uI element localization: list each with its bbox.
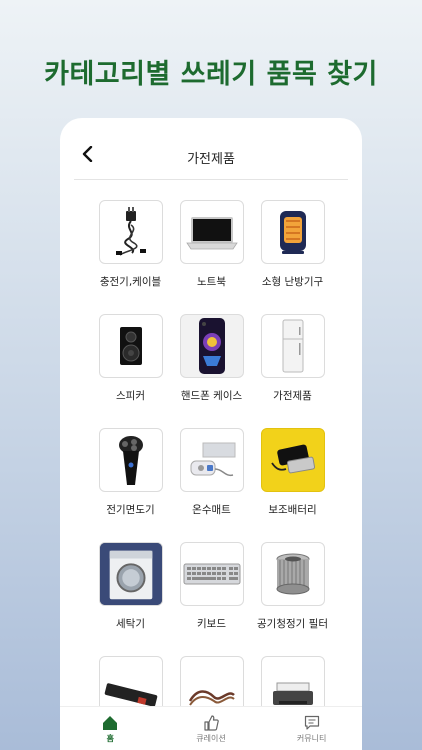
item-label: 공기청정기 필터 (257, 618, 328, 630)
shaver-icon (118, 436, 143, 485)
item-thumbnail (98, 428, 163, 492)
grid-item[interactable] (252, 656, 333, 710)
item-thumbnail (179, 542, 244, 606)
headline: 카테고리별 쓰레기 품목 찾기 (44, 59, 378, 90)
tab-community[interactable]: 커뮤니티 (272, 715, 352, 744)
power-strip-icon (104, 683, 157, 707)
item-thumbnail (179, 656, 244, 710)
grid-item[interactable]: 노트북 (171, 200, 252, 314)
laptop-icon (185, 217, 238, 250)
charger-cable-icon (115, 207, 146, 256)
grid-item[interactable]: 전기면도기 (90, 428, 171, 542)
item-grid: 충전기,케이블 노트북 소형 난방기구 스피커 핸드폰 케이스 가전제품 전기면… (90, 200, 342, 710)
keyboard-icon (183, 563, 240, 585)
item-label: 보조배터리 (268, 504, 317, 516)
item-thumbnail (260, 542, 325, 606)
grid-item[interactable]: 소형 난방기구 (252, 200, 333, 314)
item-thumbnail (260, 428, 325, 492)
washing-machine-icon (99, 543, 162, 605)
item-thumbnail (179, 314, 244, 378)
item-label: 핸드폰 케이스 (180, 390, 243, 402)
tab-label: 홈 (106, 733, 115, 743)
item-label: 소형 난방기구 (261, 276, 324, 288)
phone-case-icon (198, 318, 225, 374)
item-thumbnail (98, 314, 163, 378)
item-thumbnail (98, 200, 163, 264)
grid-item[interactable]: 공기청정기 필터 (252, 542, 333, 656)
tab-label: 커뮤니티 (296, 733, 327, 743)
top-bar: 가전제품 (74, 118, 348, 180)
item-thumbnail (260, 200, 325, 264)
grid-item[interactable] (171, 656, 252, 710)
page-title: 가전제품 (187, 152, 235, 167)
grid-item[interactable]: 핸드폰 케이스 (171, 314, 252, 428)
grid-item[interactable]: 키보드 (171, 542, 252, 656)
item-thumbnail (179, 200, 244, 264)
item-label: 세탁기 (116, 618, 145, 630)
printer-icon (272, 682, 313, 705)
speaker-icon (119, 327, 142, 365)
tab-home[interactable]: 홈 (70, 715, 150, 744)
grid-item[interactable] (90, 656, 171, 710)
air-filter-icon (276, 553, 309, 595)
thumbs-up-icon (204, 714, 219, 731)
home-icon (103, 715, 118, 730)
item-label: 온수매트 (192, 504, 231, 516)
item-label: 충전기,케이블 (99, 276, 162, 288)
heating-mat-icon (190, 442, 235, 477)
grid-item[interactable]: 충전기,케이블 (90, 200, 171, 314)
item-label: 스피커 (116, 390, 145, 402)
item-label: 노트북 (197, 276, 226, 288)
item-label: 전기면도기 (106, 504, 155, 516)
app-screen: 가전제품 충전기,케이블 노트북 소형 난방기구 스피커 핸드폰 케이스 가전제… (60, 118, 362, 750)
grid-item[interactable]: 가전제품 (252, 314, 333, 428)
tab-label: 큐레이션 (196, 733, 226, 743)
item-thumbnail (260, 656, 325, 710)
item-thumbnail (179, 428, 244, 492)
refrigerator-icon (282, 319, 303, 373)
grid-item[interactable]: 세탁기 (90, 542, 171, 656)
grid-item[interactable]: 온수매트 (171, 428, 252, 542)
chat-icon (304, 715, 319, 730)
tab-curation[interactable]: 큐레이션 (171, 714, 251, 744)
power-bank-icon (270, 444, 315, 474)
bottom-tab-bar: 홈 큐레이션 커뮤니티 (60, 706, 362, 750)
item-label: 키보드 (197, 618, 226, 630)
cables-icon (188, 690, 235, 706)
grid-item[interactable]: 보조배터리 (252, 428, 333, 542)
item-thumbnail (98, 542, 163, 606)
item-label: 가전제품 (273, 390, 312, 402)
item-thumbnail (98, 656, 163, 710)
item-thumbnail (260, 314, 325, 378)
heater-icon (279, 211, 306, 254)
grid-item[interactable]: 스피커 (90, 314, 171, 428)
